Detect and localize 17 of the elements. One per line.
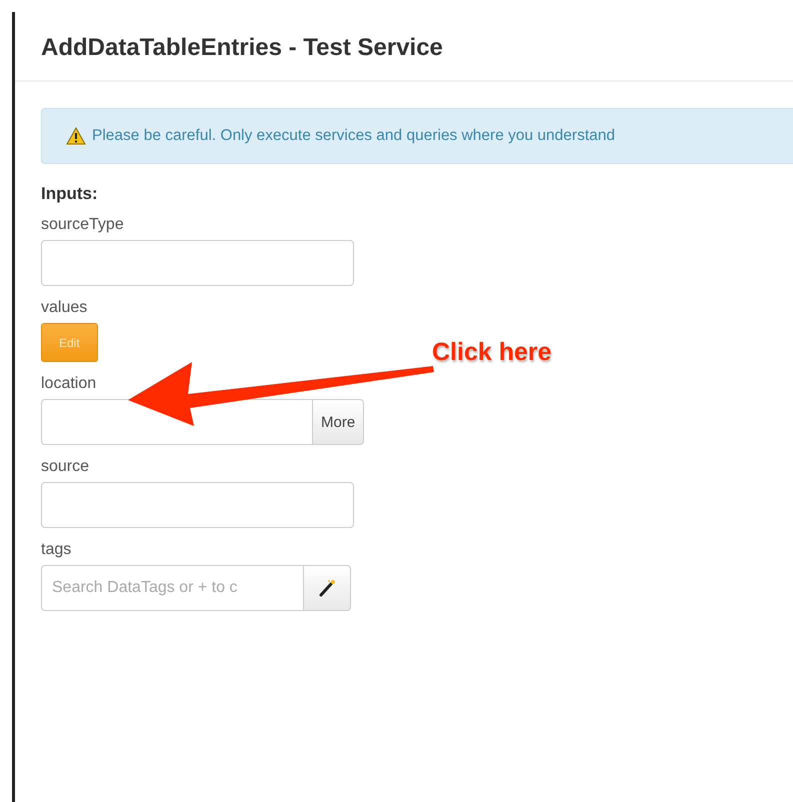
field-label: location	[41, 375, 98, 393]
warning-icon	[66, 127, 86, 145]
field-label: source	[41, 458, 90, 476]
text-input[interactable]	[41, 482, 354, 528]
field-label: values	[41, 299, 88, 317]
text-input[interactable]	[41, 399, 313, 445]
annotation-label: Click here	[432, 338, 552, 367]
field-label: sourceType	[41, 216, 125, 234]
magic-wand-icon	[317, 578, 337, 598]
field-label: tags	[41, 541, 72, 559]
more-button[interactable]: More	[313, 399, 364, 445]
tag-search-input[interactable]: Search DataTags or + to c	[41, 565, 304, 611]
inputs-heading: Inputs:	[41, 184, 99, 204]
wand-button[interactable]	[304, 565, 351, 611]
text-input[interactable]	[41, 240, 354, 286]
dialog-title: AddDataTableEntries - Test Service	[41, 34, 444, 62]
warning-text: Please be careful. Only execute services and queries where you understand	[92, 127, 615, 145]
